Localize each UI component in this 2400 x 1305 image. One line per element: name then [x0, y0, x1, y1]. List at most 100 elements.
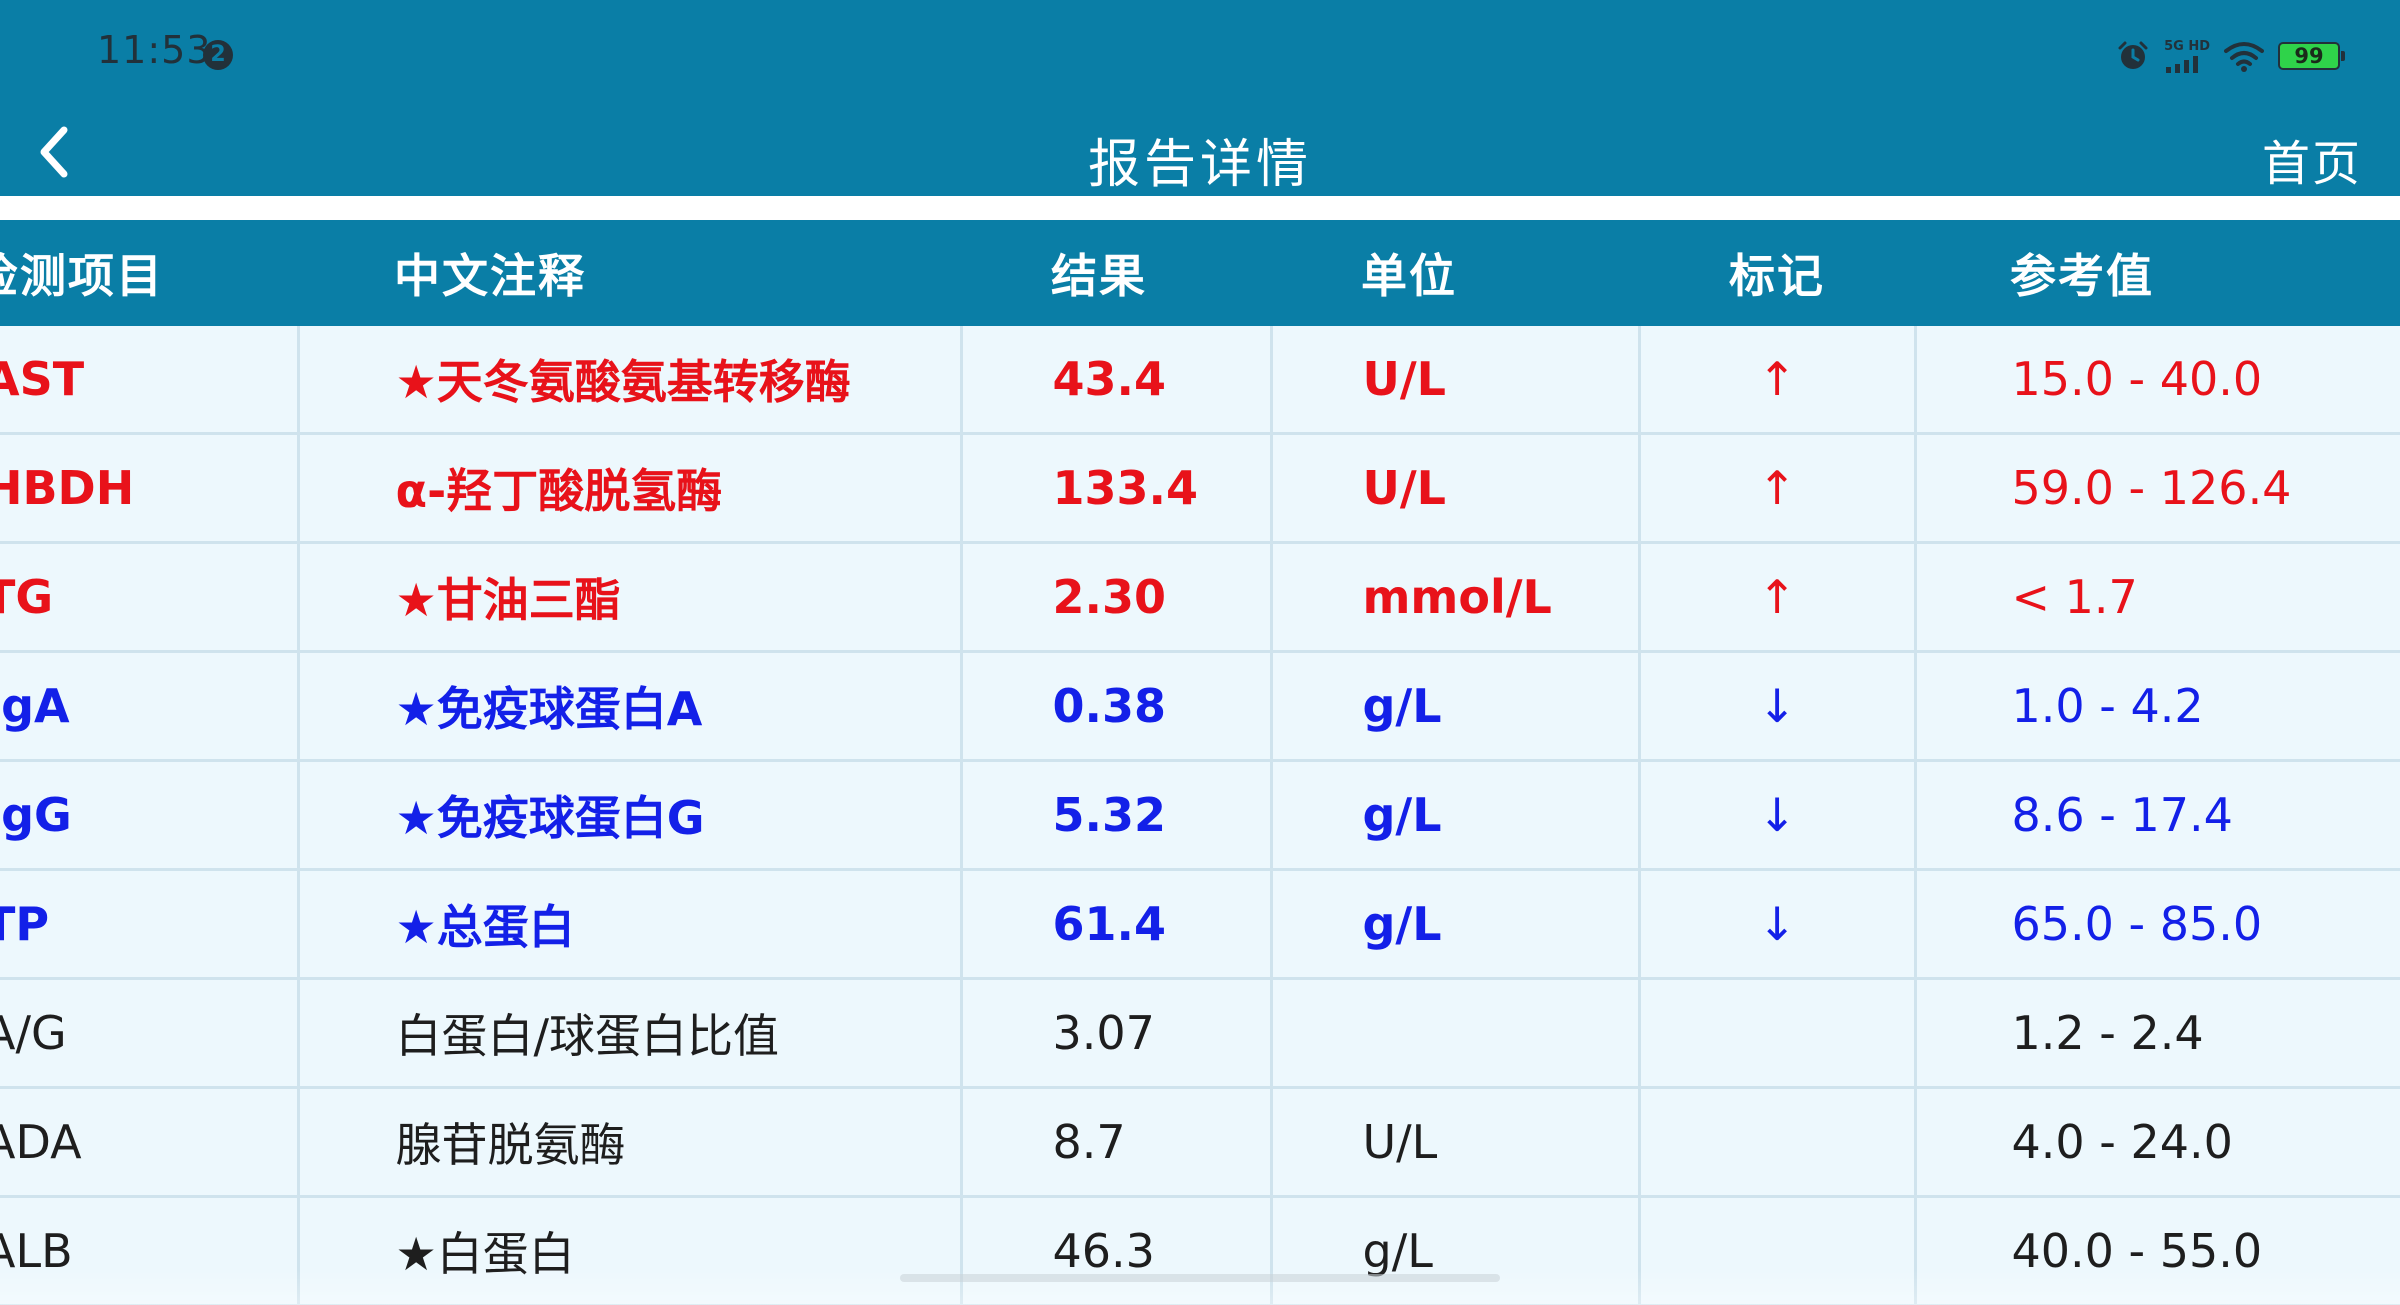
cell-unit: g/L — [1271, 869, 1641, 980]
cell-unit-text: U/L — [1362, 1115, 1438, 1169]
cell-result: 61.4 — [961, 869, 1273, 980]
cell-flag-text: ↓ — [1757, 679, 1797, 733]
cell-result-text: 133.4 — [1052, 461, 1199, 515]
home-indicator[interactable] — [900, 1274, 1500, 1282]
cell-result: 8.7 — [961, 1087, 1273, 1198]
cell-result-text: 46.3 — [1052, 1224, 1155, 1278]
cell-flag — [1639, 1087, 1917, 1198]
header-reference: 参考值 — [1915, 220, 2400, 326]
cell-name-text: ★免疫球蛋白A — [395, 682, 703, 736]
cell-code-text: ADA — [0, 1115, 82, 1169]
page-title: 报告详情 — [1087, 135, 1312, 195]
alarm-icon — [2118, 41, 2148, 69]
cell-flag: ↓ — [1639, 651, 1917, 762]
cell-result: 43.4 — [961, 326, 1273, 435]
header-unit-label: 单位 — [1361, 249, 1457, 303]
header-unit: 单位 — [1271, 220, 1639, 326]
cell-flag: ↑ — [1639, 542, 1917, 653]
cell-code: A/G — [0, 978, 300, 1089]
cell-name: ★免疫球蛋白G — [298, 760, 963, 871]
cell-reference: < 1.7 — [1915, 542, 2400, 653]
report-rows: AST ★天冬氨酸氨基转移酶 43.4 U/L ↑ 15.0 - 40.0 HBDH α-羟丁… — [0, 326, 2400, 1305]
cell-unit-text: g/L — [1362, 788, 1442, 842]
table-row[interactable]: TP ★总蛋白 61.4 g/L ↓ 65.0 - 85.0 — [0, 869, 2400, 980]
cell-reference: 15.0 - 40.0 — [1915, 326, 2400, 435]
cell-result-text: 3.07 — [1052, 1006, 1155, 1060]
cell-name: ★白蛋白 — [298, 1196, 963, 1305]
cell-code: IgG — [0, 760, 300, 871]
cell-code-text: TP — [0, 897, 50, 951]
cell-name: 白蛋白/球蛋白比值 — [298, 978, 963, 1089]
cell-flag: ↓ — [1639, 869, 1917, 980]
cell-unit-text: g/L — [1362, 679, 1442, 733]
table-row[interactable]: HBDH α-羟丁酸脱氢酶 133.4 U/L ↑ 59.0 - 126.4 — [0, 433, 2400, 544]
table-row[interactable]: A/G 白蛋白/球蛋白比值 3.07 1.2 - 2.4 — [0, 978, 2400, 1089]
cell-code: IgA — [0, 651, 300, 762]
cell-name: ★免疫球蛋白A — [298, 651, 963, 762]
cell-unit: g/L — [1271, 651, 1641, 762]
table-row[interactable]: IgG ★免疫球蛋白G 5.32 g/L ↓ 8.6 - 17.4 — [0, 760, 2400, 871]
table-row[interactable]: TG ★甘油三酯 2.30 mmol/L ↑ < 1.7 — [0, 542, 2400, 653]
cell-flag-text: ↓ — [1757, 788, 1797, 842]
notification-badge: 2 — [203, 40, 233, 70]
cell-name-text: ★天冬氨酸氨基转移酶 — [395, 355, 851, 409]
header-flag-label: 标记 — [1729, 249, 1825, 303]
cell-unit: U/L — [1271, 433, 1641, 544]
battery-icon: 99 — [2278, 42, 2345, 70]
cell-result: 0.38 — [961, 651, 1273, 762]
cell-flag: ↓ — [1639, 760, 1917, 871]
cell-unit: U/L — [1271, 1087, 1641, 1198]
cell-name: 腺苷脱氨酶 — [298, 1087, 963, 1198]
cell-flag-text: ↓ — [1757, 897, 1797, 951]
cell-code-text: TG — [0, 570, 54, 624]
cell-name: ★天冬氨酸氨基转移酶 — [298, 326, 963, 435]
cell-flag-text: ↑ — [1757, 352, 1797, 406]
report-detail-screen: 11:53 2 5G HD 99 报告详情 首页 测项目 中文注释 结果 单位 … — [0, 0, 2400, 1305]
cell-code-text: ALB — [0, 1224, 73, 1278]
cell-reference: 65.0 - 85.0 — [1915, 869, 2400, 980]
cell-unit-text: g/L — [1362, 1224, 1433, 1278]
cell-code: ADA — [0, 1087, 300, 1198]
network-type-label: 5G HD — [2164, 38, 2210, 54]
cell-reference: 1.0 - 4.2 — [1915, 651, 2400, 762]
cell-code-text: IgA — [0, 679, 70, 733]
header-result-label: 结果 — [1051, 249, 1147, 303]
cell-unit-text: g/L — [1362, 897, 1442, 951]
cell-reference-text: 8.6 - 17.4 — [2011, 788, 2233, 842]
cell-result-text: 2.30 — [1052, 570, 1167, 624]
status-time: 11:53 — [97, 28, 212, 72]
status-icons: 5G HD 99 — [2116, 36, 2345, 76]
cell-result: 3.07 — [961, 978, 1273, 1089]
cell-reference-text: 1.2 - 2.4 — [2011, 1006, 2204, 1060]
header-name-label: 中文注释 — [394, 249, 586, 303]
cell-flag — [1639, 978, 1917, 1089]
cell-result-text: 8.7 — [1052, 1115, 1126, 1169]
signal-bars-icon — [2166, 55, 2199, 73]
cell-signal: 5G HD — [2164, 40, 2210, 73]
home-button[interactable]: 首页 — [2262, 124, 2362, 194]
wifi-icon — [2224, 42, 2264, 72]
cell-name-text: ★免疫球蛋白G — [395, 791, 705, 845]
cell-code-text: HBDH — [0, 461, 135, 515]
cell-reference-text: < 1.7 — [2011, 570, 2138, 624]
cell-unit: g/L — [1271, 1196, 1641, 1305]
cell-code: AST — [0, 326, 300, 435]
table-row[interactable]: AST ★天冬氨酸氨基转移酶 43.4 U/L ↑ 15.0 - 40.0 — [0, 326, 2400, 435]
cell-result: 2.30 — [961, 542, 1273, 653]
cell-reference: 40.0 - 55.0 — [1915, 1196, 2400, 1305]
cell-unit — [1271, 978, 1641, 1089]
table-row[interactable]: ALB ★白蛋白 46.3 g/L 40.0 - 55.0 — [0, 1196, 2400, 1305]
table-header-row: 检测项目 中文注释 结果 单位 标记 参考值 — [0, 220, 2400, 326]
top-bar: 11:53 2 5G HD 99 报告详情 首页 — [0, 0, 2400, 196]
cell-code-text: A/G — [0, 1006, 67, 1060]
table-row[interactable]: IgA ★免疫球蛋白A 0.38 g/L ↓ 1.0 - 4.2 — [0, 651, 2400, 762]
cell-flag-text: ↑ — [1757, 461, 1797, 515]
cell-unit-text: mmol/L — [1362, 570, 1552, 624]
cell-result: 46.3 — [961, 1196, 1273, 1305]
header-name: 中文注释 — [298, 220, 961, 326]
cell-name-text: 白蛋白/球蛋白比值 — [395, 1009, 780, 1063]
cell-unit: mmol/L — [1271, 542, 1641, 653]
table-row[interactable]: ADA 腺苷脱氨酶 8.7 U/L 4.0 - 24.0 — [0, 1087, 2400, 1198]
cell-code: HBDH — [0, 433, 300, 544]
cell-name-text: ★总蛋白 — [395, 900, 575, 954]
